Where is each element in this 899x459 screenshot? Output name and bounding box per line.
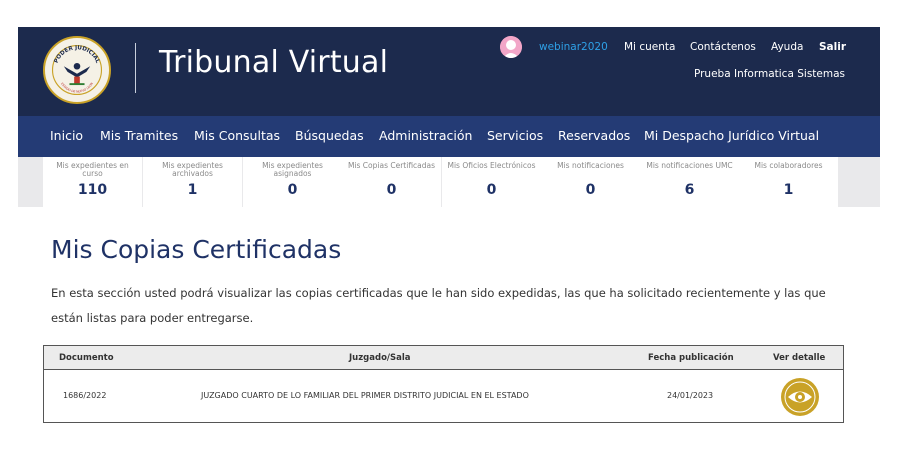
user-avatar-icon[interactable] [500,36,522,58]
nav-mis-consultas[interactable]: Mis Consultas [194,128,280,143]
stats-bar: Mis expedientes en curso 110 Mis expedie… [18,157,880,207]
contactenos-link[interactable]: Contáctenos [690,41,756,53]
cell-juzgado: JUZGADO CUARTO DE LO FAMILIAR DEL PRIMER… [201,391,529,400]
stat-value: 1 [187,182,198,198]
stat-label: Mis notificaciones UMC [646,161,733,170]
stat-value: 6 [684,182,695,198]
nav-inicio[interactable]: Inicio [50,128,83,143]
ver-detalle-eye-icon[interactable] [780,377,820,417]
cell-documento: 1686/2022 [63,391,107,400]
stat-value: 0 [585,182,596,198]
ayuda-link[interactable]: Ayuda [771,41,803,53]
mi-cuenta-link[interactable]: Mi cuenta [624,41,675,53]
stat-label: Mis expedientes en curso [56,161,129,178]
nav-busquedas[interactable]: Búsquedas [295,128,364,143]
header-fecha: Fecha publicación [648,353,734,363]
poder-judicial-logo[interactable]: PODER JUDICIAL ESTADO DE NUEVO LEON [43,36,111,104]
nav-administracion[interactable]: Administración [379,128,472,143]
user-organization: Prueba Informatica Sistemas [693,68,845,80]
nav-reservados[interactable]: Reservados [558,128,630,143]
stat-copias-certificadas[interactable]: Mis Copias Certificadas 0 [342,157,441,207]
page-title: Mis Copias Certificadas [51,235,342,264]
stat-expedientes-archivados[interactable]: Mis expedientes archivados 1 [143,157,242,207]
username-link[interactable]: webinar2020 [539,41,608,53]
stat-value: 1 [783,182,794,198]
site-header: PODER JUDICIAL ESTADO DE NUEVO LEON Trib… [18,27,880,116]
header-documento: Documento [59,353,114,363]
stat-expedientes-en-curso[interactable]: Mis expedientes en curso 110 [43,157,142,207]
stat-label: Mis Copias Certificadas [347,161,436,170]
stat-colaboradores[interactable]: Mis colaboradores 1 [739,157,838,207]
stat-notificaciones-umc[interactable]: Mis notificaciones UMC 6 [640,157,739,207]
stat-value: 0 [386,182,397,198]
nav-mi-despacho[interactable]: Mi Despacho Jurídico Virtual [644,128,819,143]
title-divider [135,43,136,93]
header-ver-detalle: Ver detalle [773,353,826,363]
stat-expedientes-asignados[interactable]: Mis expedientes asignados 0 [243,157,342,207]
salir-link[interactable]: Salir [819,41,846,53]
stat-value: 110 [77,182,108,198]
stat-label: Mis notificaciones [557,161,624,170]
nav-servicios[interactable]: Servicios [487,128,543,143]
cell-fecha: 24/01/2023 [667,391,714,400]
app-title[interactable]: Tribunal Virtual [159,45,388,80]
stat-notificaciones[interactable]: Mis notificaciones 0 [541,157,640,207]
stat-label: Mis expedientes archivados [162,161,223,178]
stat-label: Mis expedientes asignados [262,161,323,178]
page-description: En esta sección usted podrá visualizar l… [51,286,826,325]
copias-table: Documento Juzgado/Sala Fecha publicación… [43,345,844,423]
stat-value: 0 [486,182,497,198]
table-header: Documento Juzgado/Sala Fecha publicación… [44,346,843,370]
stat-value: 0 [287,182,298,198]
main-nav: Inicio Mis Tramites Mis Consultas Búsque… [18,116,880,157]
header-juzgado: Juzgado/Sala [349,353,411,363]
nav-mis-tramites[interactable]: Mis Tramites [100,128,178,143]
stat-label: Mis colaboradores [754,161,823,170]
stat-oficios-electronicos[interactable]: Mis Oficios Electrónicos 0 [442,157,541,207]
stat-label: Mis Oficios Electrónicos [447,161,536,170]
